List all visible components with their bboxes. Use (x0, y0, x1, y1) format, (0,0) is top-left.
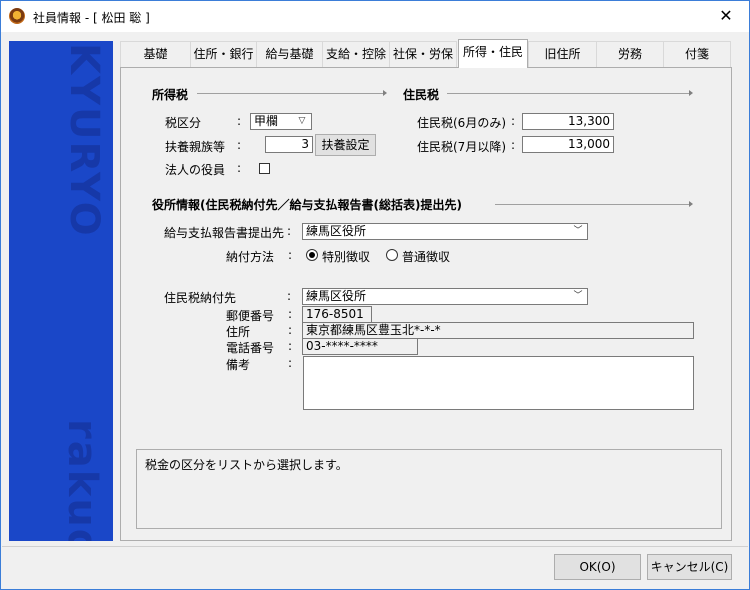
tab-insurance[interactable]: 社保・労保 (389, 41, 457, 67)
colon: : (288, 307, 293, 321)
close-button[interactable]: ✕ (703, 1, 749, 31)
special-collection-label: 特別徴収 (322, 250, 371, 264)
chevron-down-icon: ▽ (298, 116, 306, 126)
phone-label: 電話番号 (226, 341, 275, 355)
tab-salary-basic[interactable]: 給与基礎 (256, 41, 323, 67)
address-label: 住所 (226, 325, 251, 339)
tab-address-bank[interactable]: 住所・銀行 (190, 41, 257, 67)
colon: : (288, 248, 293, 262)
colon: : (511, 138, 516, 152)
brand-watermark-top: KYURYO (61, 43, 107, 238)
dependents-label: 扶養親族等 (165, 140, 226, 154)
section-divider (197, 93, 383, 94)
tax-destination-select[interactable]: 練馬区役所 ﹀ (302, 288, 588, 305)
postal-code-label: 郵便番号 (226, 309, 275, 323)
resident-tax-july-label: 住民税(7月以降) (417, 140, 506, 154)
colon: : (237, 161, 242, 175)
resident-tax-heading: 住民税 (403, 88, 440, 102)
brand-side-panel: KYURYO rakuda (9, 41, 113, 541)
colon: : (288, 356, 293, 370)
cancel-button[interactable]: キャンセル(C) (647, 554, 732, 580)
title-bar: 社員情報 - [ 松田 聡 ] ✕ (1, 1, 749, 32)
chevron-down-icon: ﹀ (573, 291, 583, 301)
section-divider (447, 93, 689, 94)
special-collection-radio[interactable] (306, 249, 318, 261)
colon: : (287, 224, 292, 238)
phone-field: 03-****-**** (302, 338, 418, 355)
resident-tax-june-label: 住民税(6月のみ) (417, 116, 506, 130)
tax-destination-label: 住民税納付先 (164, 291, 237, 305)
colon: : (287, 289, 292, 303)
postal-code-field: 176-8501 (302, 306, 372, 323)
dependents-input[interactable]: 3 (265, 136, 313, 153)
resident-tax-july-input[interactable]: 13,000 (522, 136, 614, 153)
officer-label: 法人の役員 (165, 163, 226, 177)
brand-watermark-bottom: rakuda (59, 419, 105, 541)
window-title: 社員情報 - [ 松田 聡 ] (33, 11, 150, 25)
colon: : (288, 323, 293, 337)
normal-collection-radio[interactable] (386, 249, 398, 261)
tab-labor[interactable]: 労務 (596, 41, 664, 67)
tab-income-resident[interactable]: 所得・住民 (458, 39, 528, 68)
address-field: 東京都練馬区豊玉北*-*-* (302, 322, 694, 339)
payment-method-label: 納付方法 (226, 250, 275, 264)
divider-arrow-icon (689, 201, 693, 207)
tab-pay-deduction[interactable]: 支給・控除 (322, 41, 390, 67)
colon: : (237, 138, 242, 152)
help-text-box: 税金の区分をリストから選択します。 (136, 449, 722, 529)
help-text: 税金の区分をリストから選択します。 (145, 458, 348, 472)
tax-class-label: 税区分 (165, 116, 202, 130)
ok-button[interactable]: OK(O) (554, 554, 641, 580)
notes-label: 備考 (226, 358, 251, 372)
report-destination-value: 練馬区役所 (306, 224, 367, 238)
colon: : (288, 339, 293, 353)
report-destination-label: 給与支払報告書提出先 (164, 226, 285, 240)
colon: : (511, 114, 516, 128)
tax-destination-value: 練馬区役所 (306, 289, 367, 303)
employee-info-window: 社員情報 - [ 松田 聡 ] ✕ KYURYO rakuda 基礎 住所・銀行… (0, 0, 750, 590)
tax-class-value: 甲欄 (254, 114, 279, 128)
dependents-setting-button[interactable]: 扶養設定 (315, 134, 376, 156)
income-tax-heading: 所得税 (152, 88, 189, 102)
tab-old-address[interactable]: 旧住所 (528, 41, 597, 67)
report-destination-select[interactable]: 練馬区役所 ﹀ (302, 223, 588, 240)
section-divider (495, 204, 689, 205)
tab-basic[interactable]: 基礎 (120, 41, 191, 67)
resident-tax-june-input[interactable]: 13,300 (522, 113, 614, 130)
colon: : (237, 114, 242, 128)
chevron-down-icon: ﹀ (573, 226, 583, 236)
divider-arrow-icon (383, 90, 387, 96)
tab-sticky-notes[interactable]: 付箋 (663, 41, 731, 67)
office-info-heading: 役所情報(住民税納付先／給与支払報告書(総括表)提出先) (152, 198, 462, 212)
mascot-icon (9, 8, 25, 24)
footer-divider (2, 546, 748, 547)
notes-textarea[interactable] (303, 356, 694, 410)
officer-checkbox[interactable] (259, 163, 270, 174)
tab-strip: 基礎 住所・銀行 給与基礎 支給・控除 社保・労保 所得・住民 旧住所 労務 付… (120, 39, 732, 68)
normal-collection-label: 普通徴収 (402, 250, 451, 264)
tax-class-select[interactable]: 甲欄 ▽ (250, 113, 312, 130)
divider-arrow-icon (689, 90, 693, 96)
